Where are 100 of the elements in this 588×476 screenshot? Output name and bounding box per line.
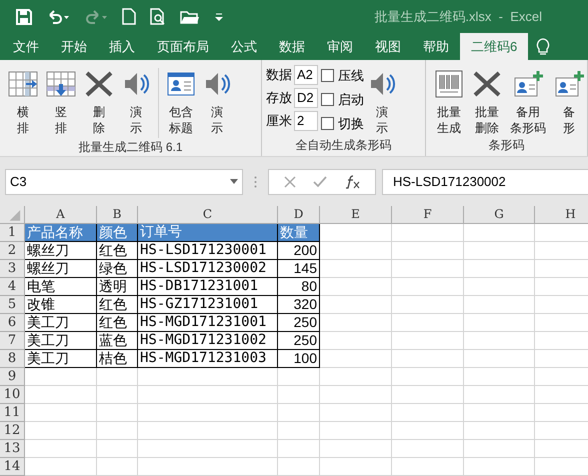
ribbon-button[interactable]: 演 示 (364, 60, 400, 136)
empty-cell[interactable] (97, 368, 138, 386)
row-header[interactable]: 7 (0, 332, 25, 350)
column-header[interactable]: G (464, 206, 535, 223)
empty-cell[interactable] (464, 350, 535, 368)
print-preview-icon[interactable] (150, 8, 166, 25)
empty-cell[interactable] (392, 458, 464, 476)
empty-cell[interactable] (464, 386, 535, 404)
checkbox[interactable]: 压线 (321, 65, 364, 86)
empty-cell[interactable] (464, 224, 535, 242)
empty-cell[interactable] (392, 296, 464, 314)
empty-cell[interactable] (278, 440, 320, 458)
row-header[interactable]: 13 (0, 440, 25, 458)
empty-cell[interactable] (392, 386, 464, 404)
ribbon-button[interactable]: 删 除 (80, 60, 118, 136)
new-document-icon[interactable] (122, 8, 136, 25)
empty-cell[interactable] (320, 260, 392, 278)
empty-cell[interactable] (320, 440, 392, 458)
ribbon-tab[interactable]: 帮助 (412, 33, 460, 60)
redo-icon[interactable] (84, 8, 108, 24)
column-header[interactable]: B (97, 206, 138, 223)
empty-cell[interactable] (320, 386, 392, 404)
empty-cell[interactable] (278, 458, 320, 476)
name-box[interactable]: C3 (5, 168, 243, 194)
ribbon-tab[interactable]: 公式 (220, 33, 268, 60)
insert-function-icon[interactable] (344, 174, 360, 188)
ribbon-button[interactable]: 竖 排 (42, 60, 80, 136)
ribbon-tab[interactable]: 数据 (268, 33, 316, 60)
empty-cell[interactable] (464, 296, 535, 314)
checkbox[interactable]: 启动 (321, 89, 364, 110)
empty-cell[interactable] (464, 278, 535, 296)
empty-cell[interactable] (320, 242, 392, 260)
empty-cell[interactable] (138, 458, 278, 476)
empty-cell[interactable] (392, 224, 464, 242)
empty-cell[interactable] (320, 350, 392, 368)
empty-cell[interactable] (392, 314, 464, 332)
empty-cell[interactable] (464, 314, 535, 332)
empty-cell[interactable] (392, 440, 464, 458)
customize-caret-icon[interactable] (214, 12, 224, 22)
empty-cell[interactable] (320, 422, 392, 440)
empty-cell[interactable] (320, 278, 392, 296)
cancel-icon[interactable] (284, 176, 296, 188)
empty-cell[interactable] (392, 422, 464, 440)
ribbon-tab[interactable]: 开始 (50, 33, 98, 60)
ribbon-tab[interactable]: 页面布局 (146, 33, 220, 60)
empty-cell[interactable] (97, 386, 138, 404)
ribbon-button[interactable]: 横 排 (4, 60, 42, 136)
ribbon-tab[interactable]: 插入 (98, 33, 146, 60)
row-header[interactable]: 5 (0, 296, 25, 314)
enter-check-icon[interactable] (312, 176, 327, 188)
empty-cell[interactable] (97, 440, 138, 458)
empty-cell[interactable] (464, 332, 535, 350)
row-header[interactable]: 14 (0, 458, 25, 476)
ribbon-tab[interactable]: 审阅 (316, 33, 364, 60)
empty-cell[interactable] (320, 314, 392, 332)
row-header[interactable]: 11 (0, 404, 25, 422)
empty-cell[interactable] (138, 386, 278, 404)
empty-cell[interactable] (320, 332, 392, 350)
empty-cell[interactable] (138, 404, 278, 422)
column-header[interactable]: E (320, 206, 392, 223)
empty-cell[interactable] (464, 404, 535, 422)
ribbon-button[interactable]: 演 示 (199, 60, 235, 136)
empty-cell[interactable] (278, 404, 320, 422)
folder-icon[interactable] (180, 8, 200, 24)
empty-cell[interactable] (278, 386, 320, 404)
empty-cell[interactable] (97, 422, 138, 440)
input-field[interactable]: 2 (294, 111, 318, 131)
checkbox[interactable]: 切换 (321, 113, 364, 134)
ribbon-button[interactable]: 演 示 (118, 60, 154, 136)
row-header[interactable]: 6 (0, 314, 25, 332)
empty-cell[interactable] (464, 260, 535, 278)
column-header[interactable]: A (25, 206, 97, 223)
empty-cell[interactable] (320, 404, 392, 422)
empty-cell[interactable] (392, 404, 464, 422)
empty-cell[interactable] (320, 458, 392, 476)
save-icon[interactable] (16, 8, 32, 24)
empty-cell[interactable] (278, 422, 320, 440)
ribbon-button[interactable]: 包含 标题 (163, 60, 199, 136)
row-header[interactable]: 12 (0, 422, 25, 440)
ribbon-button[interactable]: 批量 删除 (468, 60, 506, 136)
empty-cell[interactable] (278, 368, 320, 386)
empty-cell[interactable] (138, 422, 278, 440)
column-header[interactable]: C (138, 206, 278, 223)
empty-cell[interactable] (464, 422, 535, 440)
row-header[interactable]: 2 (0, 242, 25, 260)
empty-cell[interactable] (97, 404, 138, 422)
row-header[interactable]: 4 (0, 278, 25, 296)
empty-cell[interactable] (320, 368, 392, 386)
ribbon-tab[interactable]: 二维码6 (460, 33, 528, 60)
empty-cell[interactable] (97, 458, 138, 476)
column-header[interactable]: F (392, 206, 464, 223)
ribbon-tab[interactable]: 文件 (2, 33, 50, 60)
input-field[interactable]: A2 (294, 65, 318, 85)
row-header[interactable]: 1 (0, 224, 25, 242)
column-header[interactable]: D (278, 206, 320, 223)
row-header[interactable]: 3 (0, 260, 25, 278)
empty-cell[interactable] (464, 242, 535, 260)
column-header[interactable]: H (535, 206, 588, 223)
empty-cell[interactable] (464, 368, 535, 386)
empty-cell[interactable] (464, 458, 535, 476)
